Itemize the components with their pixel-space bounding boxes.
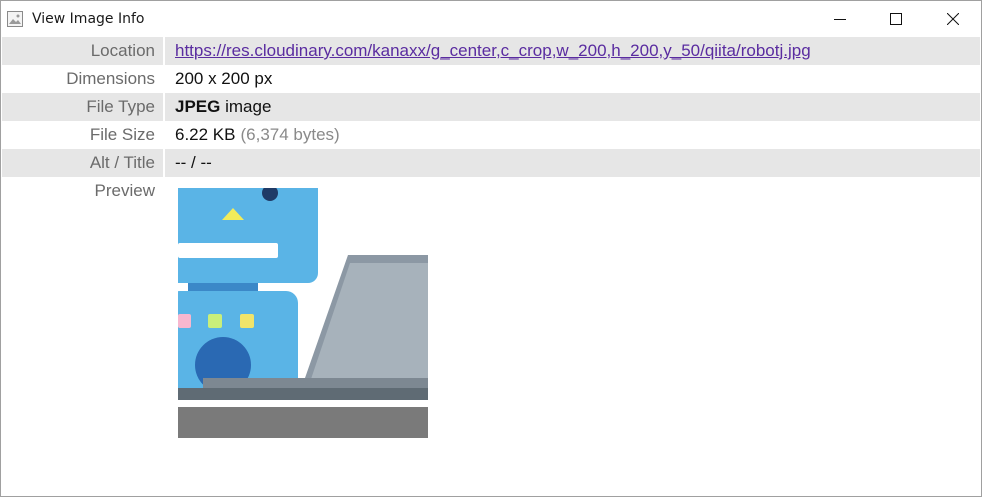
close-icon bbox=[947, 13, 959, 25]
alt-title-value: -- / -- bbox=[165, 149, 980, 177]
minimize-button[interactable] bbox=[817, 1, 863, 37]
alt-title-label: Alt / Title bbox=[2, 149, 165, 177]
image-info-window: View Image Info Location https://res.clo… bbox=[0, 0, 982, 497]
file-type-label: File Type bbox=[2, 93, 165, 121]
maximize-button[interactable] bbox=[873, 1, 919, 37]
robot-laptop-illustration bbox=[178, 188, 428, 438]
file-type-format: JPEG bbox=[175, 97, 221, 116]
dimensions-row: Dimensions 200 x 200 px bbox=[2, 65, 980, 93]
minimize-icon bbox=[834, 19, 846, 20]
maximize-icon bbox=[890, 13, 902, 25]
alt-title-row: Alt / Title -- / -- bbox=[2, 149, 980, 177]
title-bar[interactable]: View Image Info bbox=[1, 1, 981, 37]
preview-row: Preview bbox=[2, 177, 980, 438]
location-row: Location https://res.cloudinary.com/kana… bbox=[2, 37, 980, 65]
file-size-label: File Size bbox=[2, 121, 165, 149]
file-size-bytes: (6,374 bytes) bbox=[240, 125, 340, 144]
close-button[interactable] bbox=[930, 1, 976, 37]
file-size-value: 6.22 KB bbox=[175, 125, 236, 144]
dimensions-label: Dimensions bbox=[2, 65, 165, 93]
file-type-row: File Type JPEG image bbox=[2, 93, 980, 121]
dimensions-value: 200 x 200 px bbox=[175, 69, 273, 88]
info-table: Location https://res.cloudinary.com/kana… bbox=[2, 37, 980, 438]
image-icon bbox=[7, 11, 23, 27]
preview-image bbox=[178, 188, 428, 438]
location-link[interactable]: https://res.cloudinary.com/kanaxx/g_cent… bbox=[175, 41, 811, 61]
file-size-row: File Size 6.22 KB (6,374 bytes) bbox=[2, 121, 980, 149]
file-type-suffix: image bbox=[225, 97, 272, 116]
window-title: View Image Info bbox=[32, 11, 145, 27]
location-label: Location bbox=[2, 37, 165, 65]
preview-label: Preview bbox=[2, 177, 165, 205]
